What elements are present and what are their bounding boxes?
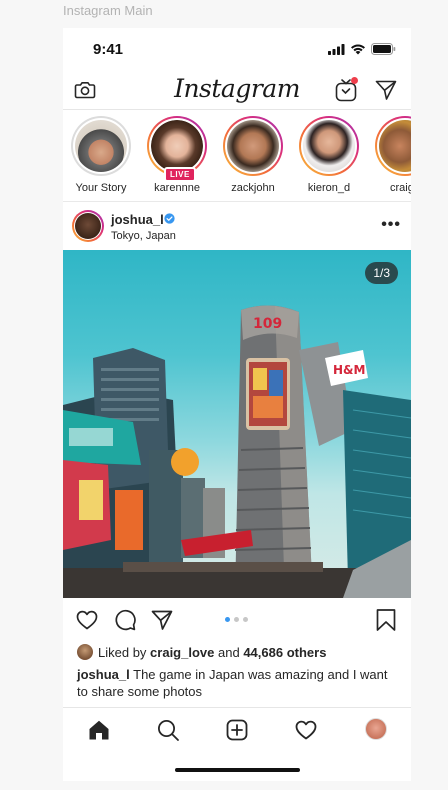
- post-photo: 109 H&M: [63, 305, 411, 598]
- post-username[interactable]: joshua_l: [111, 212, 164, 227]
- likes-summary: Liked by craig_love and 44,686 others: [77, 644, 326, 660]
- like-heart-icon[interactable]: [75, 608, 99, 632]
- story-name: zackjohn: [231, 182, 275, 194]
- carousel-counter: 1/3: [365, 262, 398, 284]
- search-icon[interactable]: [156, 718, 180, 742]
- story-ring: [71, 116, 131, 176]
- post-caption: joshua_l The game in Japan was amazing a…: [77, 666, 397, 700]
- activity-heart-icon[interactable]: [294, 718, 318, 742]
- story-ring: [375, 116, 411, 176]
- battery-icon: [371, 43, 396, 55]
- carousel-dot-active: [225, 617, 230, 622]
- story-name: karennne: [154, 182, 200, 194]
- post-location[interactable]: Tokyo, Japan: [111, 230, 176, 242]
- liker-avatar: [77, 644, 93, 660]
- story-ring: [299, 116, 359, 176]
- direct-message-icon[interactable]: [374, 78, 398, 102]
- status-icons: [328, 43, 396, 55]
- carousel-dot: [243, 617, 248, 622]
- story-item[interactable]: zackjohn: [221, 116, 285, 194]
- avatar: [379, 120, 411, 172]
- svg-text:H&M: H&M: [333, 363, 365, 377]
- avatar: [227, 120, 279, 172]
- likes-joiner: and: [218, 644, 240, 660]
- carousel-dot: [234, 617, 239, 622]
- others-link[interactable]: 44,686 others: [243, 645, 326, 660]
- live-badge: LIVE: [164, 167, 196, 182]
- story-name: craig_: [390, 182, 411, 194]
- home-indicator: [175, 768, 300, 772]
- top-nav: Instagram: [63, 72, 411, 110]
- igtv-notification-dot: [351, 77, 358, 84]
- post-actions: [63, 598, 411, 642]
- signal-icon: [328, 43, 345, 55]
- story-ring: [223, 116, 283, 176]
- avatar: [75, 120, 127, 172]
- first-liker-link[interactable]: craig_love: [150, 645, 214, 660]
- phone-screen: 9:41 Instagram Your Story LIVE karennne …: [63, 28, 411, 781]
- wifi-icon: [351, 44, 365, 54]
- story-name: kieron_d: [307, 182, 351, 194]
- avatar: [151, 120, 203, 172]
- save-bookmark-icon[interactable]: [375, 608, 397, 632]
- post-image[interactable]: 109 H&M 1/3: [63, 250, 411, 598]
- story-name: Your Story: [75, 182, 127, 194]
- profile-avatar[interactable]: [365, 718, 387, 740]
- status-time: 9:41: [93, 41, 124, 58]
- home-icon[interactable]: [87, 718, 111, 742]
- caption-username[interactable]: joshua_l: [77, 667, 130, 682]
- post-author-avatar[interactable]: [72, 210, 104, 242]
- status-bar: 9:41: [63, 28, 411, 72]
- likes-prefix: Liked by: [98, 644, 147, 660]
- svg-text:109: 109: [253, 316, 282, 332]
- comment-icon[interactable]: [113, 608, 137, 632]
- story-item[interactable]: craig_: [373, 116, 411, 194]
- frame-label: Instagram Main: [63, 3, 153, 18]
- instagram-logo: Instagram: [174, 74, 300, 103]
- post-header: joshua_l Tokyo, Japan •••: [63, 202, 411, 250]
- carousel-indicator: [225, 617, 248, 622]
- new-post-icon[interactable]: [225, 718, 249, 742]
- story-item[interactable]: LIVE karennne: [145, 116, 209, 194]
- stories-tray: Your Story LIVE karennne zackjohn kieron…: [63, 110, 411, 202]
- story-item[interactable]: Your Story: [69, 116, 133, 194]
- story-ring: LIVE: [147, 116, 207, 182]
- share-icon[interactable]: [150, 608, 174, 632]
- story-item[interactable]: kieron_d: [297, 116, 361, 194]
- more-options-icon[interactable]: •••: [381, 216, 401, 234]
- verified-badge-icon: [164, 213, 175, 224]
- avatar: [303, 120, 355, 172]
